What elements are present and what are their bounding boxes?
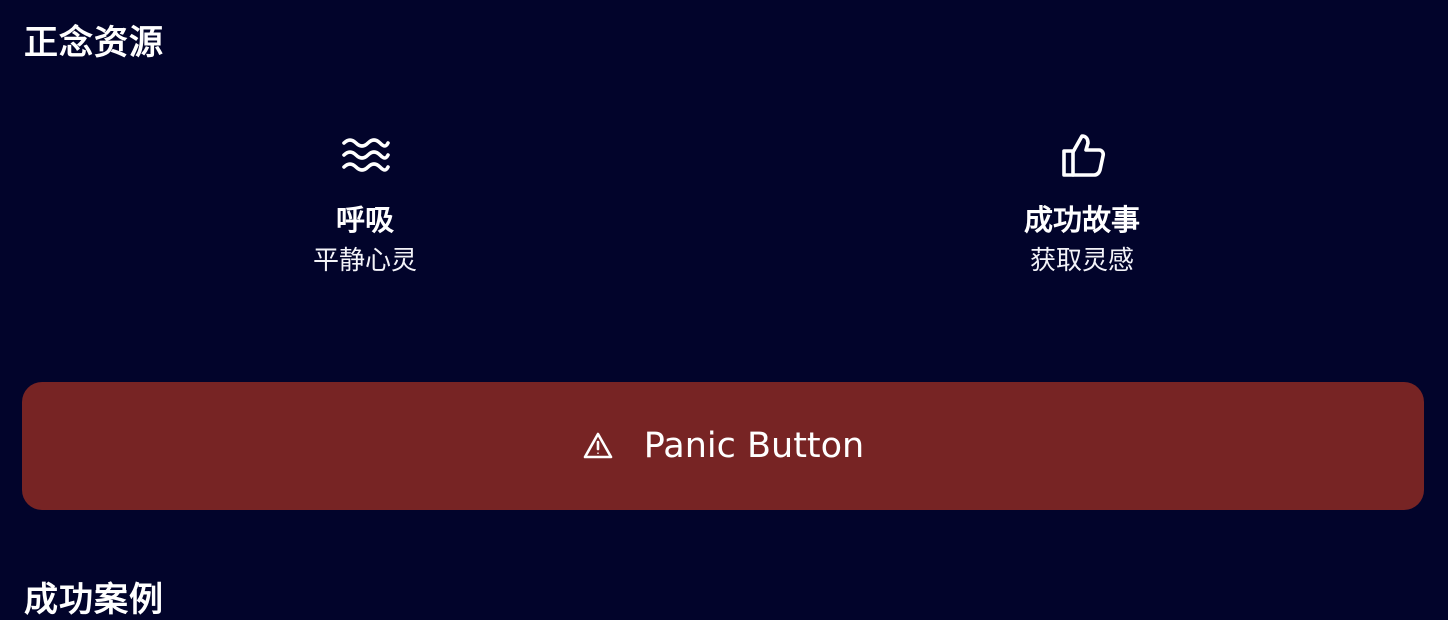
success-stories-title: 成功故事 [1023,203,1140,237]
breathe-title: 呼吸 [335,203,394,237]
waves-icon [342,138,390,172]
success-stories-section-title: 成功案例 [24,580,164,620]
thumbs-up-icon [1062,134,1106,177]
panic-button[interactable]: Panic Button [22,382,1424,510]
panic-button-label: Panic Button [643,426,865,466]
success-stories-subtitle: 获取灵感 [1029,246,1134,276]
breathe-resource-card[interactable]: 呼吸 平静心灵 [185,128,545,298]
warning-icon [583,432,613,459]
resources-section-title: 正念资源 [24,23,164,63]
breathe-subtitle: 平静心灵 [312,246,417,276]
success-stories-resource-card[interactable]: 成功故事 获取灵感 [902,128,1262,298]
